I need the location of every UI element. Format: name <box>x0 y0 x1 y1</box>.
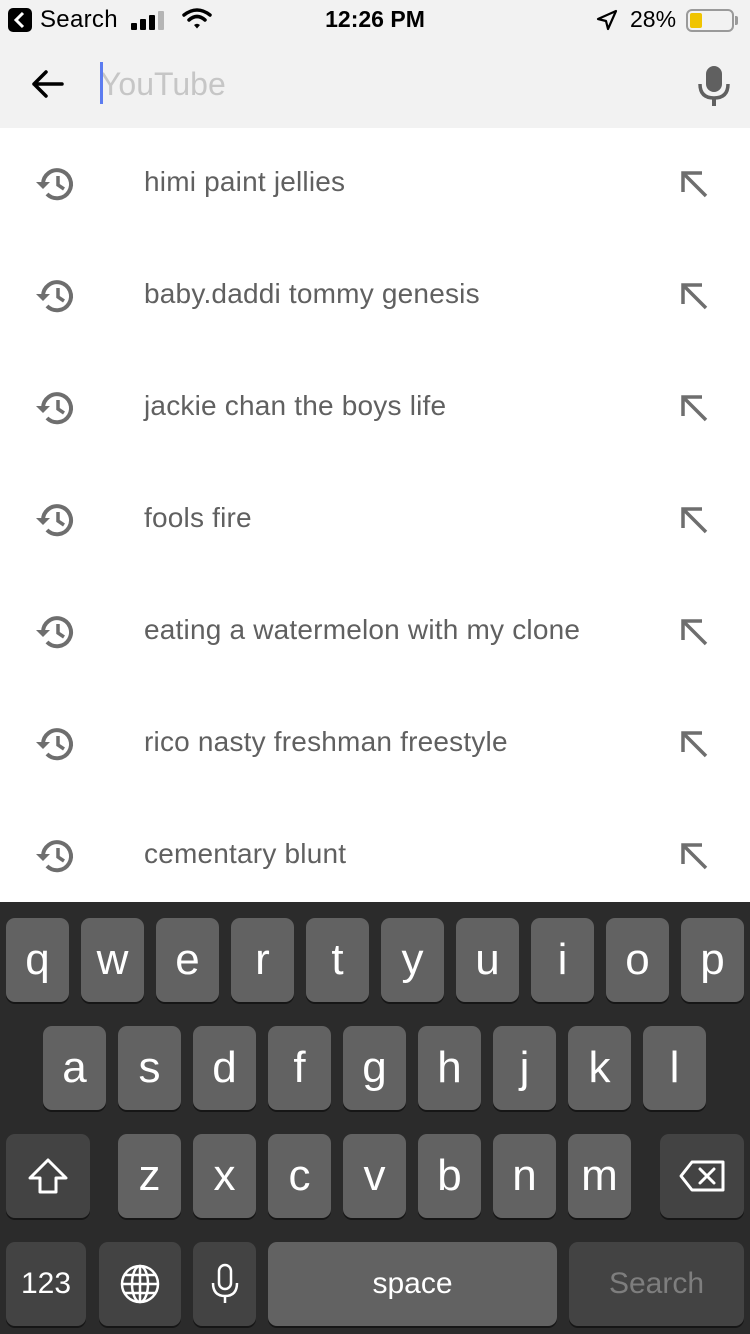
keyboard: q w e r t y u i o p a s d f g h j k l z … <box>0 902 750 1334</box>
key-p[interactable]: p <box>681 918 744 1002</box>
fill-query-arrow-icon[interactable] <box>676 278 712 314</box>
status-bar: Search 12:26 PM 28% <box>0 0 750 40</box>
fill-query-arrow-icon[interactable] <box>676 166 712 202</box>
key-f[interactable]: f <box>268 1026 331 1110</box>
suggestion-item[interactable]: jackie chan the boys life <box>0 352 750 464</box>
key-r[interactable]: r <box>231 918 294 1002</box>
suggestion-item[interactable]: eating a watermelon with my clone <box>0 576 750 688</box>
key-e[interactable]: e <box>156 918 219 1002</box>
key-c[interactable]: c <box>268 1134 331 1218</box>
history-icon <box>36 728 73 761</box>
key-s[interactable]: s <box>118 1026 181 1110</box>
key-d[interactable]: d <box>193 1026 256 1110</box>
back-arrow-icon[interactable] <box>28 64 68 104</box>
numbers-key[interactable]: 123 <box>6 1242 86 1326</box>
history-icon <box>36 840 73 873</box>
history-icon <box>36 168 73 201</box>
key-b[interactable]: b <box>418 1134 481 1218</box>
suggestion-item[interactable]: rico nasty freshman freestyle <box>0 688 750 800</box>
fill-query-arrow-icon[interactable] <box>676 726 712 762</box>
battery-tip <box>735 16 738 25</box>
key-a[interactable]: a <box>43 1026 106 1110</box>
location-icon <box>596 9 618 31</box>
suggestion-text: himi paint jellies <box>144 166 346 197</box>
key-v[interactable]: v <box>343 1134 406 1218</box>
search-input[interactable] <box>100 60 660 108</box>
key-o[interactable]: o <box>606 918 669 1002</box>
key-n[interactable]: n <box>493 1134 556 1218</box>
suggestion-text: cementary blunt <box>144 838 347 869</box>
key-t[interactable]: t <box>306 918 369 1002</box>
search-key[interactable]: Search <box>569 1242 744 1326</box>
key-h[interactable]: h <box>418 1026 481 1110</box>
key-m[interactable]: m <box>568 1134 631 1218</box>
key-w[interactable]: w <box>81 918 144 1002</box>
space-key[interactable]: space <box>268 1242 557 1326</box>
suggestion-item[interactable]: baby.daddi tommy genesis <box>0 240 750 352</box>
fill-query-arrow-icon[interactable] <box>676 614 712 650</box>
fill-query-arrow-icon[interactable] <box>676 502 712 538</box>
globe-icon <box>120 1264 160 1304</box>
suggestion-text: eating a watermelon with my clone <box>144 614 581 645</box>
history-icon <box>36 280 73 313</box>
battery-icon <box>686 9 734 32</box>
fill-query-arrow-icon[interactable] <box>676 390 712 426</box>
key-z[interactable]: z <box>118 1134 181 1218</box>
suggestion-list: himi paint jellies baby.daddi tommy gene… <box>0 128 750 902</box>
dictation-key[interactable] <box>193 1242 256 1326</box>
globe-key[interactable] <box>99 1242 181 1326</box>
key-k[interactable]: k <box>568 1026 631 1110</box>
suggestion-text: jackie chan the boys life <box>144 390 447 421</box>
key-y[interactable]: y <box>381 918 444 1002</box>
key-g[interactable]: g <box>343 1026 406 1110</box>
text-caret <box>100 62 103 104</box>
key-q[interactable]: q <box>6 918 69 1002</box>
suggestion-text: fools fire <box>144 502 252 533</box>
key-i[interactable]: i <box>531 918 594 1002</box>
battery-percent: 28% <box>630 6 677 32</box>
dictation-mic-icon <box>211 1263 238 1303</box>
search-header <box>0 40 750 128</box>
history-icon <box>36 616 73 649</box>
fill-query-arrow-icon[interactable] <box>676 838 712 874</box>
microphone-icon[interactable] <box>694 64 734 108</box>
shift-key[interactable] <box>6 1134 90 1218</box>
backspace-icon <box>679 1160 725 1192</box>
key-u[interactable]: u <box>456 918 519 1002</box>
backspace-key[interactable] <box>660 1134 744 1218</box>
suggestion-item[interactable]: fools fire <box>0 464 750 576</box>
history-icon <box>36 392 73 425</box>
history-icon <box>36 504 73 537</box>
shift-icon <box>28 1158 68 1194</box>
suggestion-item[interactable]: himi paint jellies <box>0 128 750 240</box>
key-j[interactable]: j <box>493 1026 556 1110</box>
suggestion-item[interactable]: cementary blunt <box>0 800 750 902</box>
suggestion-text: rico nasty freshman freestyle <box>144 726 508 757</box>
suggestion-text: baby.daddi tommy genesis <box>144 278 480 309</box>
key-x[interactable]: x <box>193 1134 256 1218</box>
key-l[interactable]: l <box>643 1026 706 1110</box>
